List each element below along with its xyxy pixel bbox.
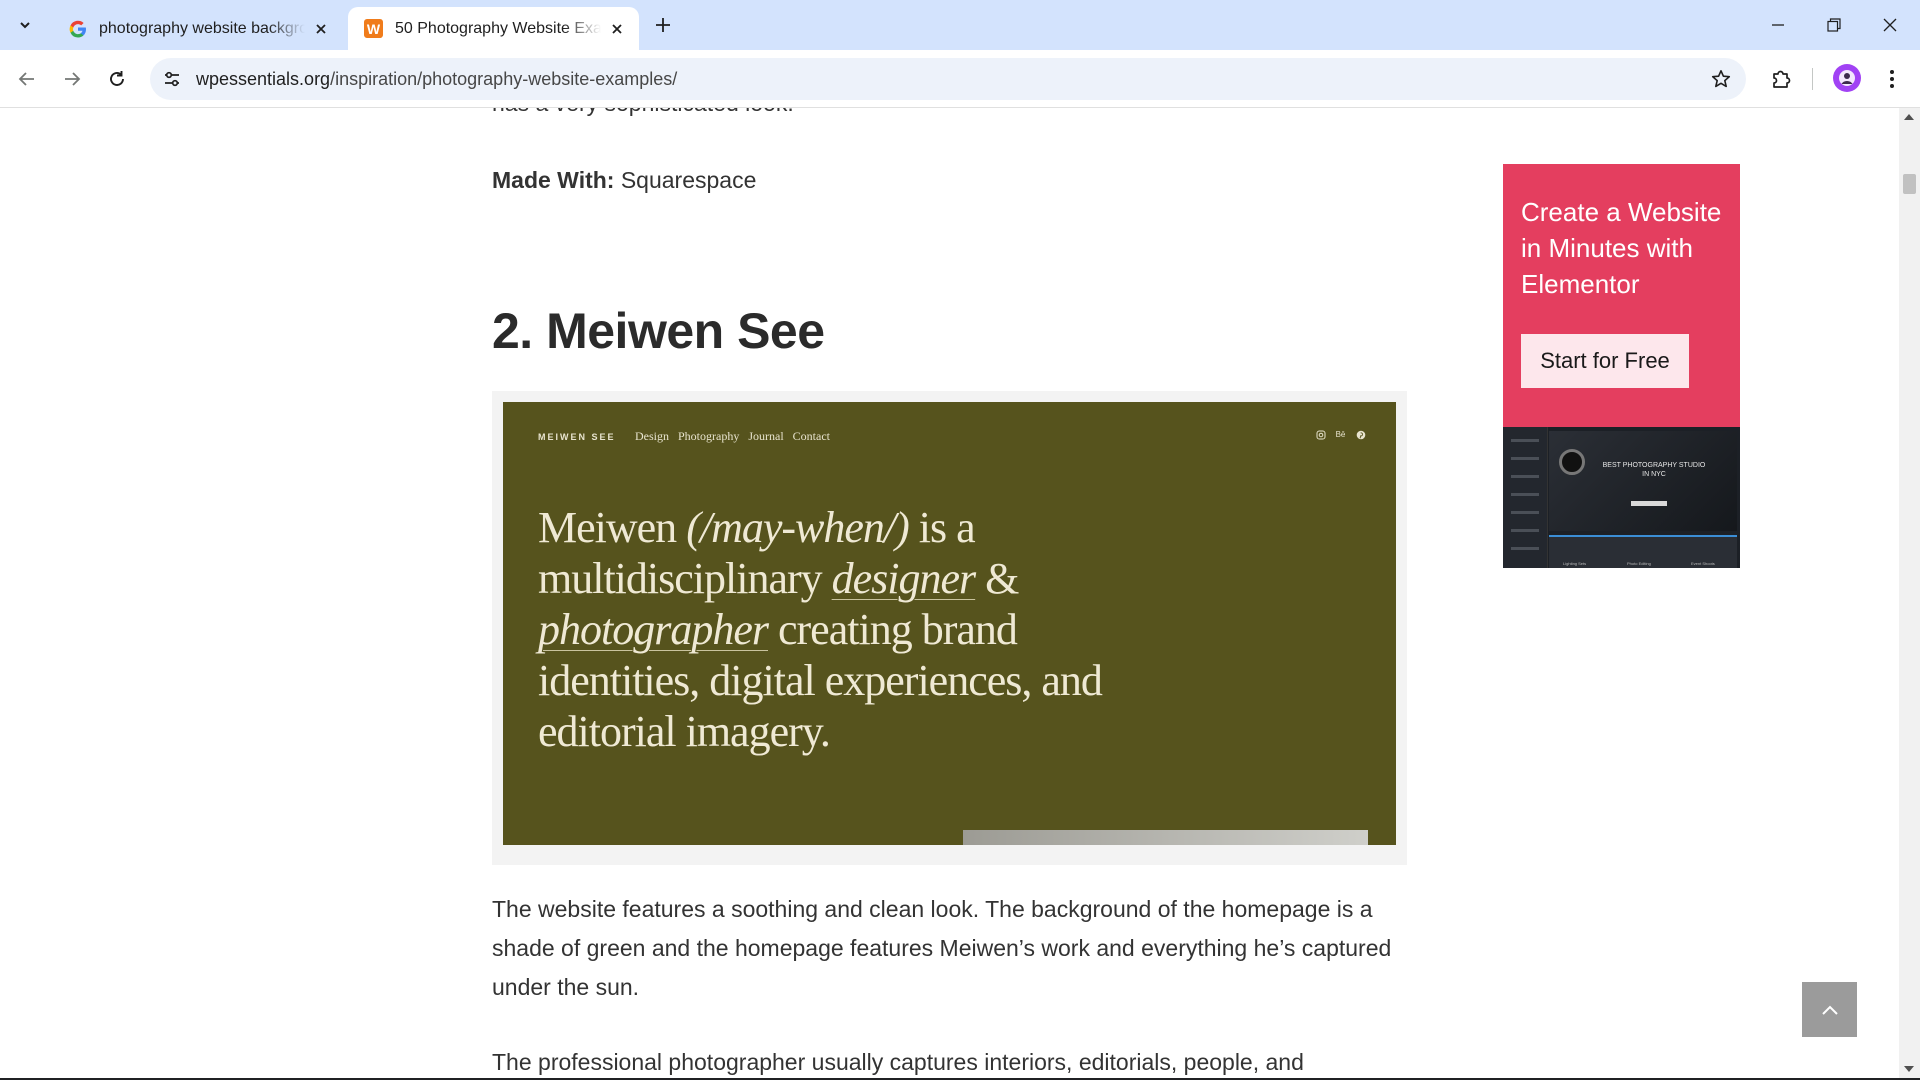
made-with-line: Made With: Squarespace — [492, 166, 756, 194]
bookmark-star-icon[interactable] — [1708, 66, 1734, 92]
screenshot-hero-text: Meiwen (/may-when/) is a multidisciplina… — [538, 503, 1103, 756]
scroll-up-arrow-icon[interactable] — [1904, 114, 1914, 120]
close-tab-icon[interactable] — [607, 19, 627, 39]
ad-preview-hero-text: BEST PHOTOGRAPHY STUDIO IN NYC — [1602, 462, 1706, 478]
screenshot-nav-item: Contact — [792, 429, 830, 443]
url-text: wpessentials.org/inspiration/photography… — [196, 69, 678, 89]
google-icon — [68, 19, 87, 38]
ad-title: Create a Website in Minutes with Element… — [1521, 197, 1722, 299]
new-tab-button[interactable] — [648, 10, 678, 40]
tab-search-button[interactable] — [6, 9, 44, 41]
wpessentials-icon: W — [364, 19, 383, 38]
screenshot-socials: Bē — [1315, 429, 1366, 440]
article-paragraph: The website features a soothing and clea… — [492, 896, 1392, 1000]
arrow-right-icon — [65, 72, 81, 86]
screenshot-image-preview — [963, 830, 1368, 845]
chevron-up-icon — [1821, 1005, 1838, 1015]
ad-preview-label: Photo Editing — [1627, 561, 1651, 566]
puzzle-icon — [1773, 70, 1791, 88]
screenshot-nav-item: Photography — [678, 429, 740, 443]
minimize-button[interactable] — [1750, 0, 1806, 50]
page-viewport: has a very sophisticated look. Made With… — [0, 108, 1899, 1078]
article-paragraph: The professional photographer usually ca… — [492, 1049, 1304, 1075]
section-heading: 2. Meiwen See — [492, 303, 825, 359]
screenshot-nav-item: Journal — [748, 429, 784, 443]
close-window-button[interactable] — [1862, 0, 1918, 50]
chevron-down-icon — [20, 22, 30, 29]
close-tab-icon[interactable] — [311, 19, 331, 39]
profile-avatar[interactable] — [1833, 64, 1861, 92]
tab-strip: photography website backgrou W 50 Photog… — [0, 0, 1920, 50]
reload-icon — [110, 71, 124, 86]
extensions-button[interactable] — [1763, 61, 1799, 97]
page-scrollbar[interactable] — [1899, 108, 1920, 1078]
restore-button[interactable] — [1806, 0, 1862, 50]
screenshot-nav-item: Design — [635, 429, 669, 443]
start-for-free-button[interactable]: Start for Free — [1521, 334, 1689, 388]
minimize-icon — [1772, 24, 1784, 26]
ad-banner: Create a Website in Minutes with Element… — [1503, 164, 1740, 427]
site-info-icon[interactable] — [160, 67, 184, 91]
elementor-ad[interactable]: Create a Website in Minutes with Element… — [1503, 164, 1740, 568]
website-screenshot-figure: MEIWEN SEE Design Photography Journal Co… — [492, 391, 1407, 865]
plus-icon — [656, 18, 670, 32]
restore-icon — [1827, 18, 1841, 32]
made-with-value: Squarespace — [614, 167, 757, 193]
screenshot-logo: MEIWEN SEE — [538, 432, 616, 442]
profile-icon — [1839, 70, 1855, 86]
pinterest-icon — [1355, 429, 1366, 440]
back-to-top-button[interactable] — [1802, 982, 1857, 1037]
instagram-icon — [1315, 429, 1326, 440]
ad-editor-preview: BEST PHOTOGRAPHY STUDIO IN NYC Lighting … — [1503, 427, 1740, 568]
previous-paragraph-tail: has a very sophisticated look. — [492, 108, 794, 117]
camera-lens-icon — [1559, 449, 1585, 475]
back-button[interactable] — [9, 61, 45, 97]
meiwen-see-screenshot: MEIWEN SEE Design Photography Journal Co… — [503, 402, 1396, 845]
reload-button[interactable] — [99, 61, 135, 97]
ad-preview-label: Event Shoots — [1691, 561, 1715, 566]
forward-button[interactable] — [54, 61, 90, 97]
tab-photography-examples[interactable]: W 50 Photography Website Examp — [348, 7, 639, 50]
made-with-label: Made With: — [492, 167, 615, 193]
tab-google-search[interactable]: photography website backgrou — [52, 7, 343, 50]
behance-icon: Bē — [1335, 430, 1346, 439]
toolbar-divider — [1812, 68, 1813, 90]
browser-menu-button[interactable] — [1874, 61, 1910, 97]
more-vertical-icon — [1890, 70, 1894, 88]
ad-editor-sidebar — [1503, 427, 1548, 568]
ad-preview-button — [1631, 501, 1667, 506]
arrow-left-icon — [18, 72, 34, 86]
scroll-down-arrow-icon[interactable] — [1904, 1066, 1914, 1072]
address-bar[interactable]: wpessentials.org/inspiration/photography… — [150, 58, 1746, 100]
screenshot-nav: Design Photography Journal Contact — [635, 429, 830, 444]
browser-toolbar: wpessentials.org/inspiration/photography… — [0, 50, 1920, 108]
tab-title: photography website backgrou — [99, 19, 305, 37]
ad-preview-footer: Lighting Sets Photo Editing Event Shoots — [1549, 535, 1737, 568]
scrollbar-thumb[interactable] — [1903, 174, 1916, 194]
ad-preview-label: Lighting Sets — [1563, 561, 1587, 566]
close-icon — [1883, 18, 1897, 32]
tab-title: 50 Photography Website Examp — [395, 19, 601, 37]
ad-preview-hero: BEST PHOTOGRAPHY STUDIO IN NYC — [1549, 431, 1737, 531]
